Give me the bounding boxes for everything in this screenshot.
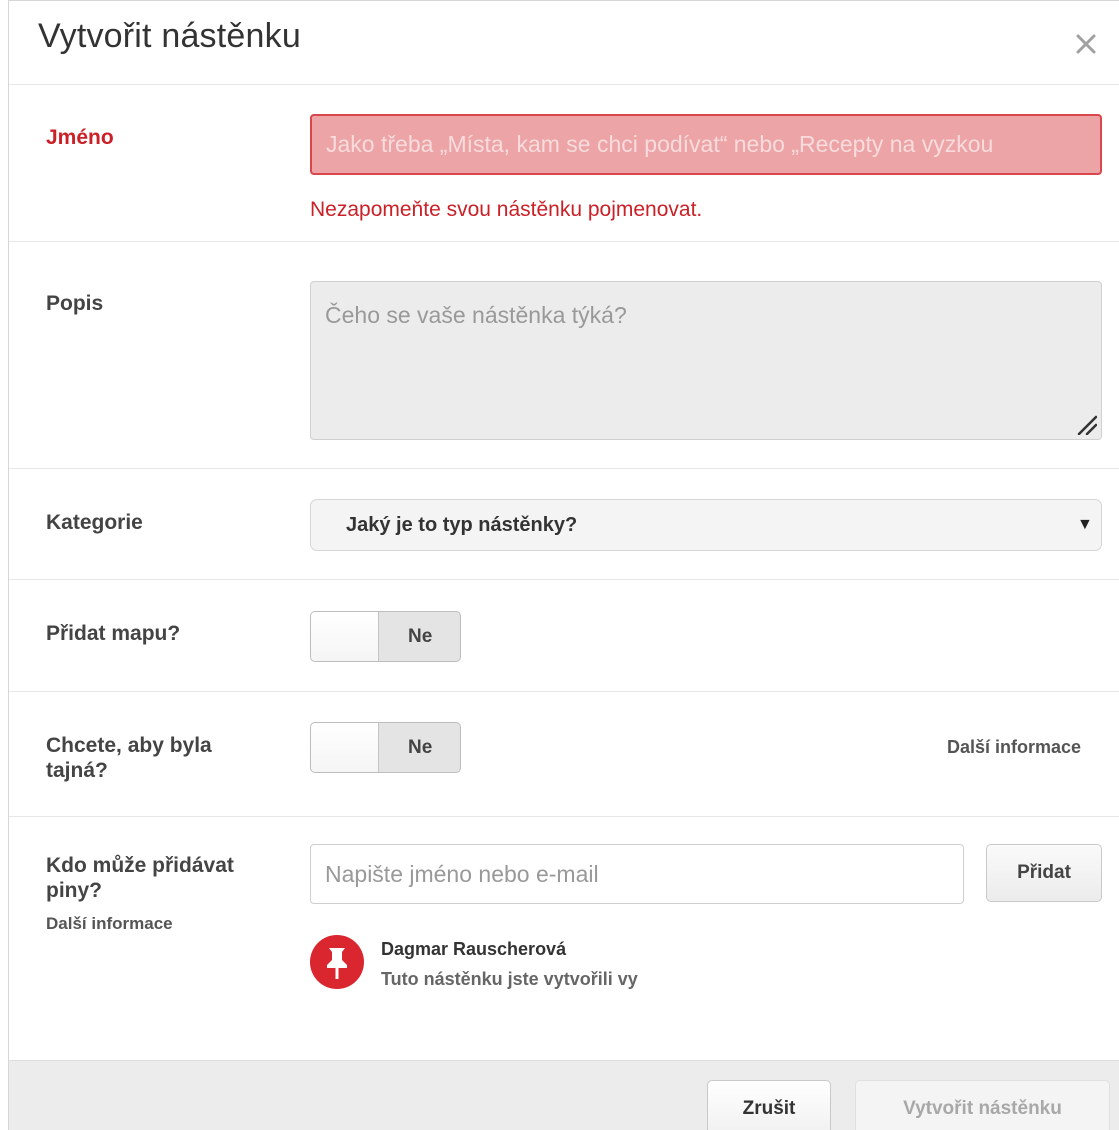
name-input[interactable]	[310, 114, 1102, 175]
map-toggle-label: Ne	[408, 626, 433, 647]
description-label: Popis	[46, 292, 104, 315]
secret-label: Chcete, aby byla tajná?	[46, 734, 212, 782]
dialog-footer: Zrušit Vytvořit nástěnku	[9, 1060, 1119, 1130]
pushpin-icon	[327, 948, 347, 979]
map-toggle[interactable]: Ne	[310, 611, 461, 662]
toggle-knob	[311, 612, 379, 661]
category-label: Kategorie	[46, 511, 143, 534]
resize-grip-icon[interactable]	[1075, 413, 1097, 435]
secret-toggle-label: Ne	[408, 737, 433, 758]
map-label: Přidat mapu?	[46, 622, 181, 645]
avatar	[310, 935, 364, 989]
owner-name: Dagmar Rauscherová	[381, 939, 567, 959]
category-selected-value: Jaký je to typ nástěnky?	[346, 514, 578, 536]
create-board-button[interactable]: Vytvořit nástěnku	[855, 1080, 1110, 1130]
dialog-header: Vytvořit nástěnku	[9, 1, 1119, 85]
owner-note: Tuto nástěnku jste vytvořili vy	[381, 969, 638, 989]
description-textarea[interactable]	[310, 281, 1102, 440]
dialog-title: Vytvořit nástěnku	[38, 17, 301, 55]
toggle-knob	[311, 723, 379, 772]
name-error-message: Nezapomeňte svou nástěnku pojmenovat.	[310, 198, 703, 221]
collaborators-more-info-link[interactable]: Další informace	[46, 914, 173, 934]
cancel-button[interactable]: Zrušit	[707, 1080, 831, 1130]
close-icon	[1076, 34, 1096, 54]
secret-more-info-link[interactable]: Další informace	[947, 737, 1081, 758]
create-board-dialog: Vytvořit nástěnku Jméno Nezapomeňte svou…	[8, 0, 1119, 1130]
category-select[interactable]: Jaký je to typ nástěnky? ▼	[310, 499, 1102, 551]
chevron-down-icon: ▼	[1077, 516, 1093, 533]
close-button[interactable]	[1071, 29, 1101, 59]
name-label: Jméno	[46, 126, 114, 149]
collaborator-input[interactable]	[310, 844, 964, 904]
collaborators-label: Kdo může přidávat piny?	[46, 854, 234, 902]
add-collaborator-button[interactable]: Přidat	[986, 844, 1102, 902]
secret-toggle[interactable]: Ne	[310, 722, 461, 773]
